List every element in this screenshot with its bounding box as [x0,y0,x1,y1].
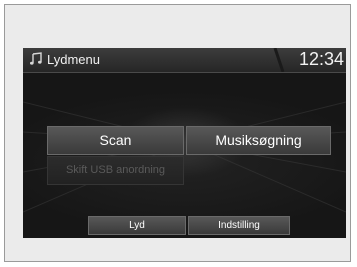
background-rays [23,101,346,213]
switch-usb-device-button[interactable]: Skift USB anordning [47,156,184,185]
clock: 12:34 [298,49,344,69]
music-search-button[interactable]: Musiksøgning [186,126,331,155]
scan-button[interactable]: Scan [47,126,184,155]
music-note-icon [30,52,42,65]
clock-divider [273,48,285,72]
audio-menu-screen: Lydmenu 12:34 Scan Musiksøgning Skift US… [23,48,346,238]
sound-button[interactable]: Lyd [88,216,186,235]
figure-frame: Lydmenu 12:34 Scan Musiksøgning Skift US… [4,4,351,262]
title-bar: Lydmenu 12:34 [23,48,346,73]
page-title: Lydmenu [47,52,100,67]
settings-button[interactable]: Indstilling [188,216,290,235]
